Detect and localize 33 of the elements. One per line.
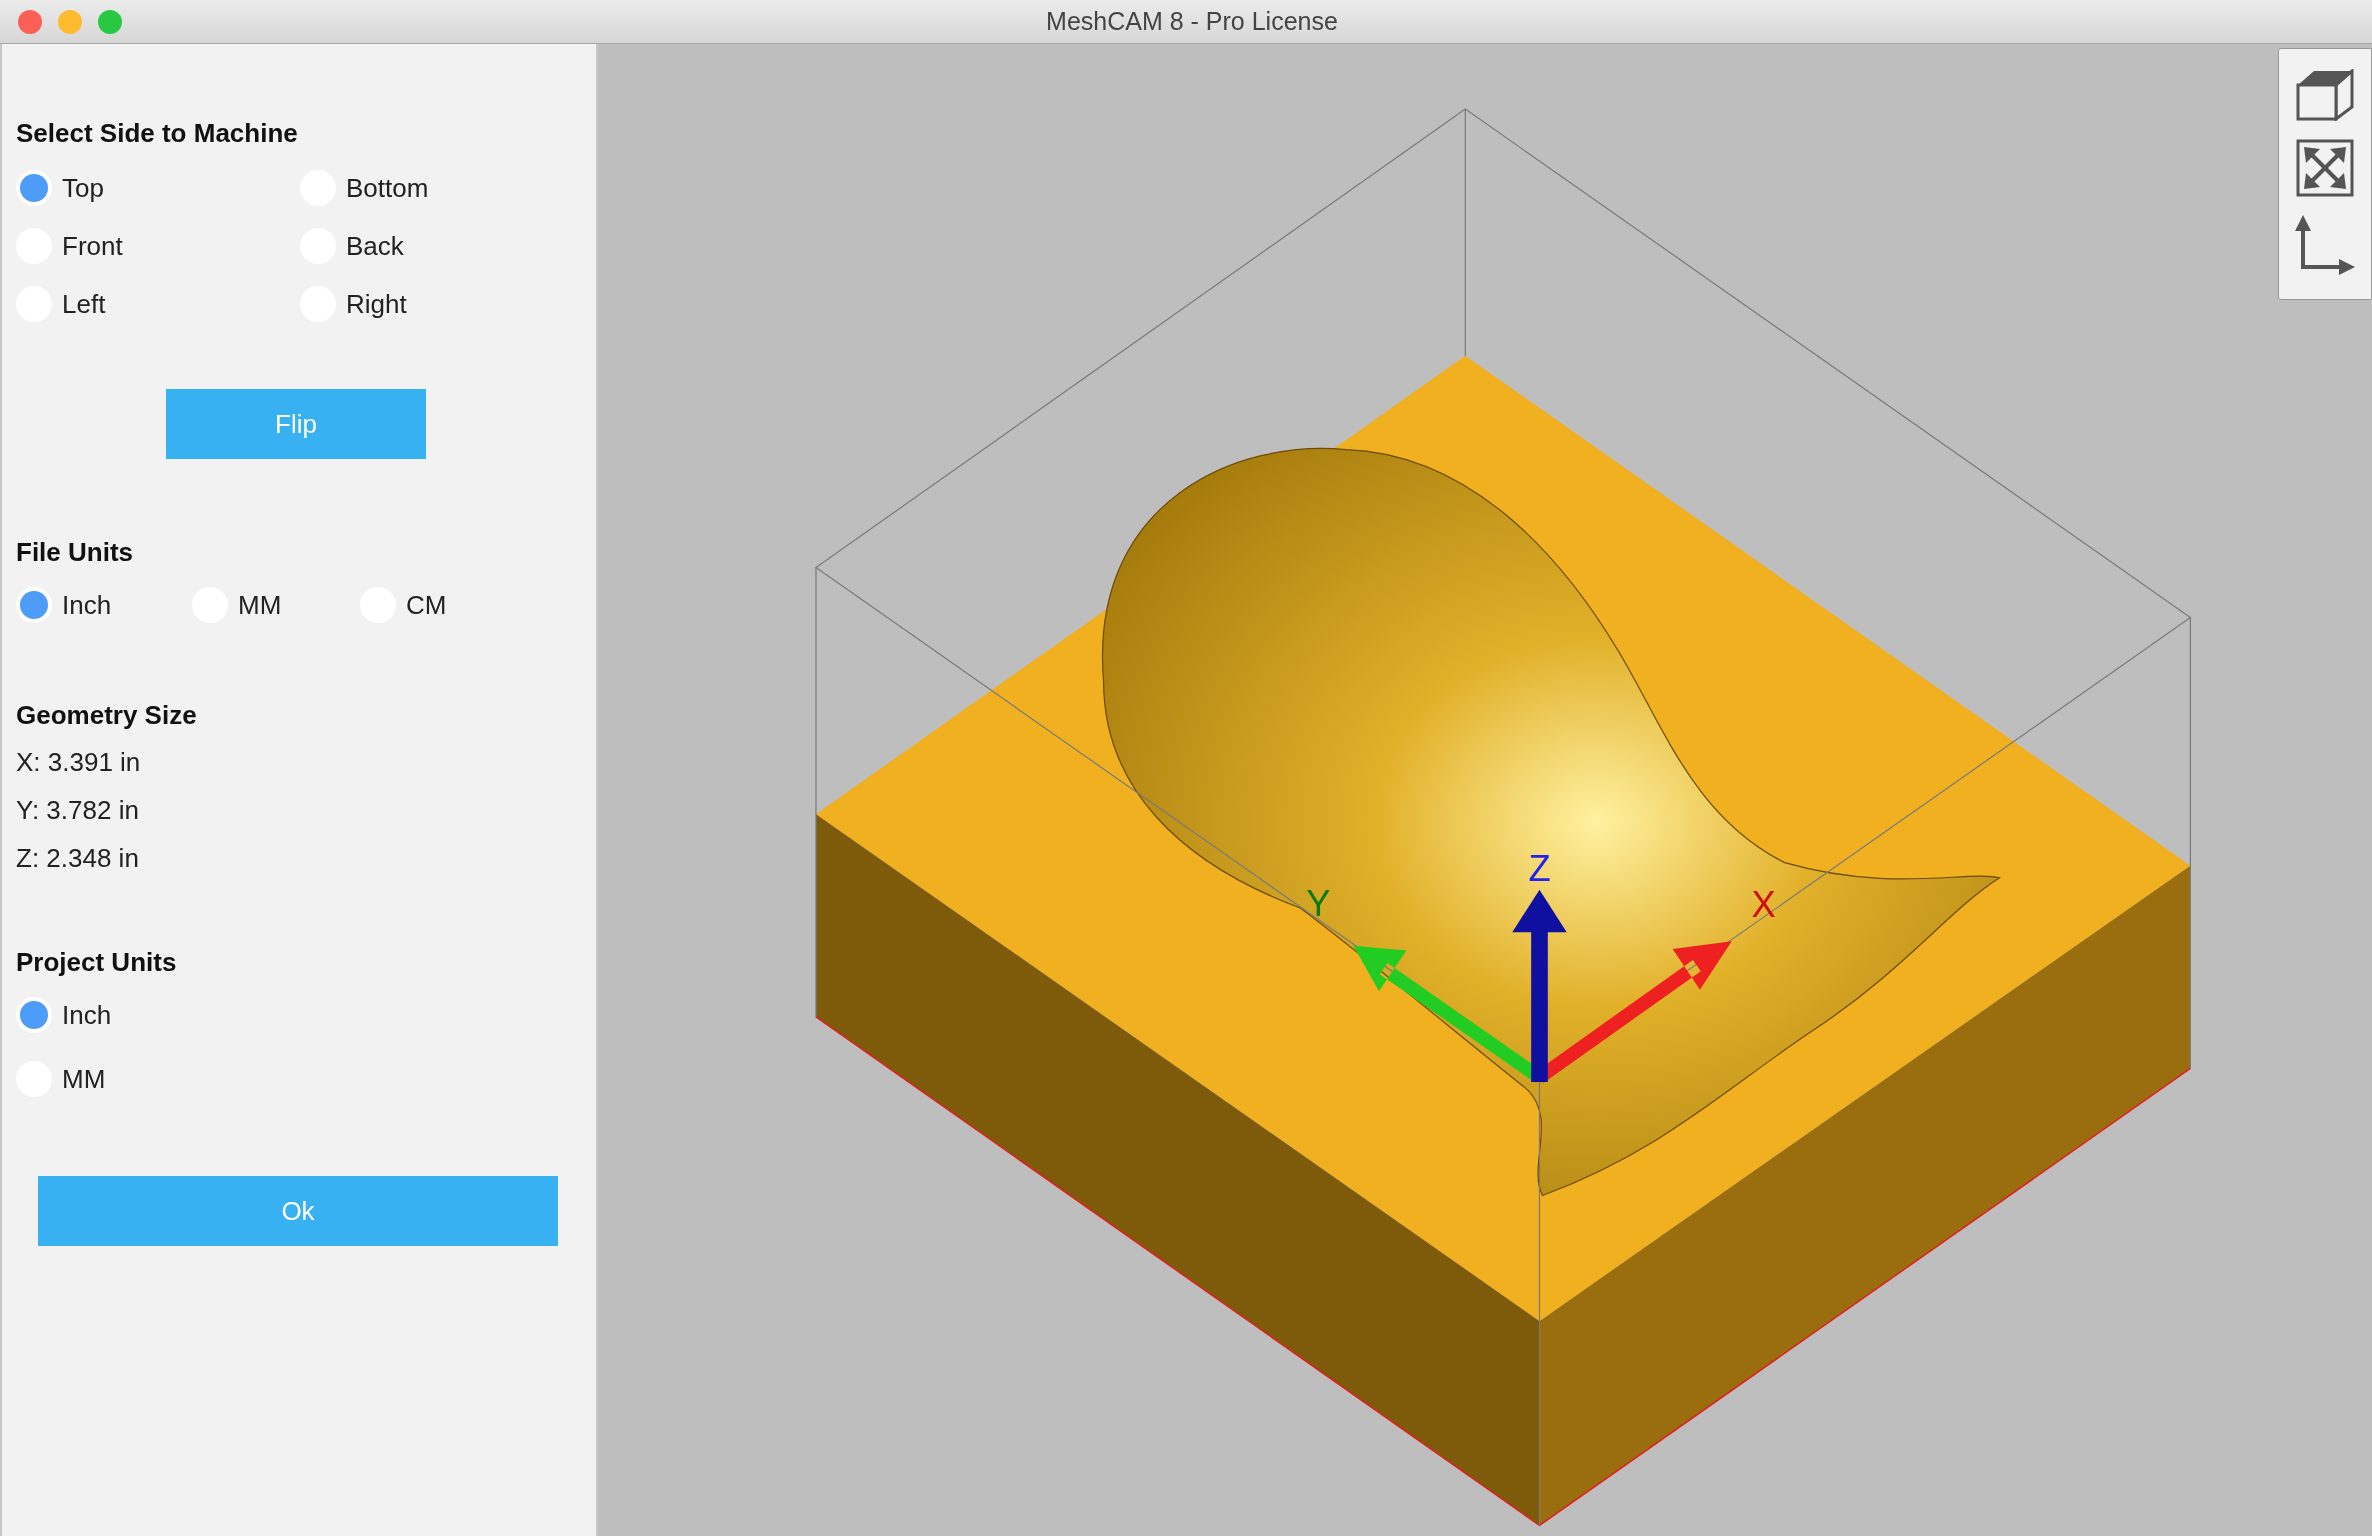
ok-button[interactable]: Ok [38, 1176, 558, 1246]
section-heading: File Units [16, 536, 134, 569]
minimize-button[interactable] [58, 9, 82, 34]
radio-label: Right [346, 287, 407, 321]
radio-label: MM [238, 588, 282, 622]
axes-icon[interactable] [2295, 215, 2355, 275]
section-heading: Select Side to Machine [16, 117, 299, 150]
axis-label: Z [1528, 847, 1551, 889]
radio-button[interactable] [16, 587, 52, 623]
geometry-dimension: Z: 2.348 in [16, 842, 140, 869]
zoom-button[interactable] [98, 9, 122, 34]
zoom-fit-icon[interactable] [2296, 139, 2354, 197]
close-button[interactable] [18, 9, 42, 34]
flip-button[interactable]: Flip [166, 389, 426, 459]
radio-label: Inch [62, 998, 112, 1032]
radio-button[interactable] [16, 170, 52, 206]
radio-label: Left [62, 287, 106, 321]
geometry-dimension: Y: 3.782 in [16, 794, 140, 821]
window-title: MeshCAM 8 - Pro License [1046, 5, 1338, 37]
cube-icon[interactable] [2296, 69, 2354, 121]
axis-label: Y [1306, 882, 1331, 924]
section-heading: Project Units [16, 946, 178, 979]
radio-label: Top [62, 171, 104, 205]
geometry-dimension: X: 3.391 in [16, 746, 142, 773]
section-heading: Geometry Size [16, 699, 198, 732]
radio-label: MM [62, 1062, 106, 1096]
radio-label: CM [406, 588, 447, 622]
radio-label: Inch [62, 588, 112, 622]
radio-label: Front [62, 229, 123, 263]
radio-label: Bottom [346, 171, 429, 205]
radio-button[interactable] [16, 997, 52, 1033]
axis-label: X [1751, 884, 1776, 926]
radio-label: Back [346, 229, 404, 263]
